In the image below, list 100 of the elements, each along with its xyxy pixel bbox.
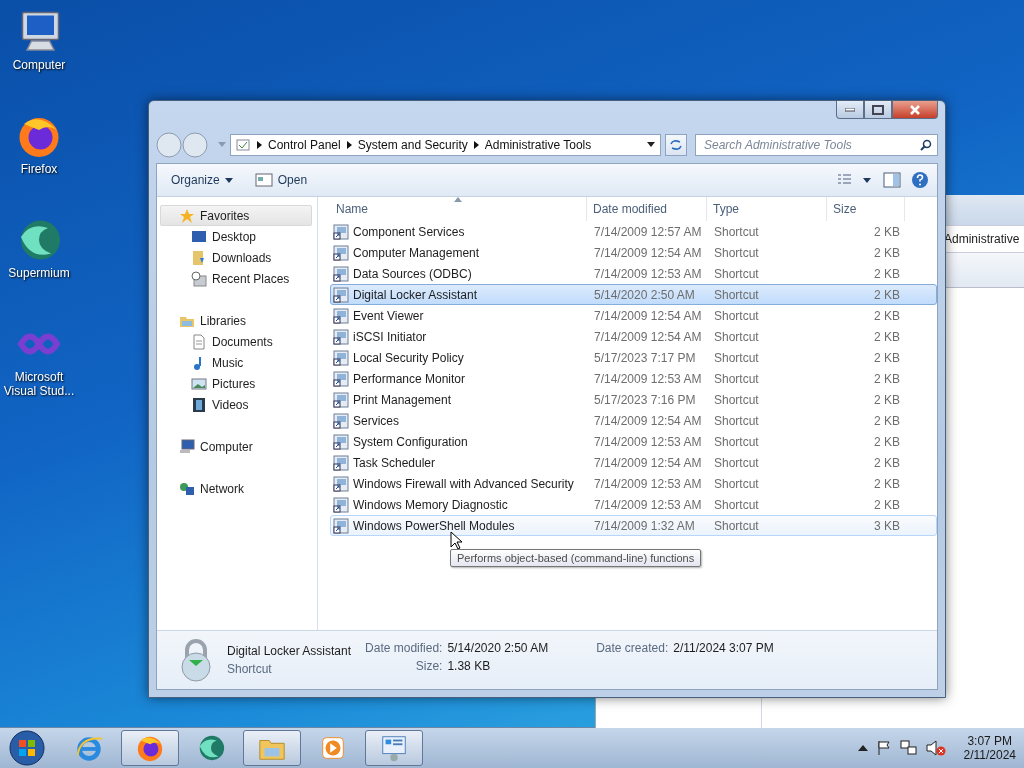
navigation-item[interactable]: Documents [160,331,312,352]
field-label: Date modified: [365,641,443,655]
date-cell-text: 5/14/2020 2:50 AM [593,287,696,302]
size-cell-text: 2 KB [873,392,901,407]
navigation-item[interactable]: Computer [160,436,312,457]
shortcut-icon [333,244,349,261]
desktop-icon-label[interactable]: Firefox [2,162,76,176]
breadcrumb[interactable]: Control Panel [268,138,341,152]
file-row[interactable]: Event Viewer 7/14/2009 12:54 AM Shortcut 2 KB [330,305,937,326]
breadcrumb-arrow-icon[interactable] [257,141,262,149]
date-cell-text: 7/14/2009 12:54 AM [593,308,703,323]
open-button[interactable]: Open [248,170,314,190]
flag-icon[interactable] [875,740,892,756]
shortcut-icon [333,349,349,366]
desktop-icon-label[interactable]: Computer [2,58,76,72]
file-name: Windows PowerShell Modules [353,518,515,533]
navigation-item[interactable]: Music [160,352,312,373]
field-label: Date created: [596,641,669,655]
show-hidden-icons[interactable] [857,745,868,751]
document-icon [191,333,207,350]
close-icon [909,104,921,115]
type-cell-text: Shortcut [713,371,760,386]
start-button[interactable] [8,729,46,767]
type-cell-text: Shortcut [713,329,760,344]
address-bar[interactable]: Control Panel System and Security Administrative Tools [230,134,661,156]
date-cell-text: 7/14/2009 12:53 AM [593,266,703,281]
control-panel-icon[interactable] [379,733,409,763]
navigation-item[interactable]: Downloads [160,247,312,268]
file-row[interactable]: Task Scheduler 7/14/2009 12:54 AM Shortcut 2 KB [330,452,937,473]
breadcrumb-arrow-icon[interactable] [346,141,352,149]
close-button[interactable] [892,101,938,119]
refresh-button[interactable] [665,134,687,156]
navigation-item[interactable]: Videos [160,394,312,415]
column-header[interactable]: Date modified [587,197,707,221]
network-icon[interactable] [899,740,918,756]
shortcut-icon [333,391,349,408]
clock[interactable]: 3:07 PM 2/11/2024 [963,734,1016,762]
file-name: Print Management [353,392,452,407]
shortcut-icon [333,475,349,492]
type-cell-text: Shortcut [713,287,760,302]
file-row[interactable]: Local Security Policy 5/17/2023 7:17 PM Shortcut 2 KB [330,347,937,368]
column-header[interactable]: Type [707,197,827,221]
shortcut-icon [333,286,349,303]
desktop-icon [191,228,207,245]
shortcut-icon [333,454,349,471]
type-cell-text: Shortcut [713,455,760,470]
type-cell-text: Shortcut [713,413,760,428]
downloads-folder-icon [191,249,207,266]
column-header[interactable]: Name [330,197,587,221]
desktop-icon-label[interactable]: Microsoft Visual Stud... [2,370,76,398]
navigation-item[interactable]: Network [160,478,312,499]
size-cell-text: 2 KB [873,350,901,365]
speaker-muted-icon[interactable] [925,740,946,756]
file-row[interactable]: Computer Management 7/14/2009 12:54 AM Shortcut 2 KB [330,242,937,263]
type-cell-text: Shortcut [713,518,760,533]
date-cell-text: 7/14/2009 12:54 AM [593,413,703,428]
type-cell-text: Shortcut [713,266,760,281]
maximize-button[interactable] [864,101,892,119]
file-row[interactable]: Services 7/14/2009 12:54 AM Shortcut 2 KB [330,410,937,431]
file-row[interactable]: Component Services 7/14/2009 12:57 AM Shortcut 2 KB [330,221,937,242]
tooltip: Performs object-based (command-line) functions [450,549,702,567]
help-icon[interactable] [911,171,929,189]
size-cell-text: 2 KB [873,371,901,386]
mouse-pointer-icon [450,531,462,550]
shortcut-icon [333,517,349,534]
file-row[interactable]: Performance Monitor 7/14/2009 12:53 AM Shortcut 2 KB [330,368,937,389]
padlock-icon [179,638,213,682]
breadcrumb-arrow-icon[interactable] [473,141,479,149]
date-cell-text: 7/14/2009 12:54 AM [593,329,703,344]
shortcut-icon [333,433,349,450]
breadcrumb[interactable]: Administrative Tools [484,138,592,152]
type-cell-text: Shortcut [713,392,760,407]
date-cell-text: 5/17/2023 7:17 PM [593,350,697,365]
minimize-button[interactable] [836,101,864,119]
file-row[interactable]: Print Management 5/17/2023 7:16 PM Shortcut 2 KB [330,389,937,410]
file-row[interactable]: Data Sources (ODBC) 7/14/2009 12:53 AM Shortcut 2 KB [330,263,937,284]
minimize-icon [845,107,855,112]
file-row[interactable]: Windows Memory Diagnostic 7/14/2009 12:53 AM Shortcut 2 KB [330,494,937,515]
file-row[interactable]: Digital Locker Assistant 5/14/2020 2:50 AM Shortcut 2 KB [330,284,937,305]
shortcut-icon [333,370,349,387]
date-cell-text: 7/14/2009 12:57 AM [593,224,703,239]
file-name: Services [353,413,399,428]
navigation-item[interactable]: Favorites [160,205,312,226]
search-field[interactable]: Search Administrative Tools [695,134,938,156]
desktop-icon-label[interactable]: Supermium [2,266,76,280]
file-row[interactable]: Windows Firewall with Advanced Security 7/14/2009 12:53 AM Shortcut 2 KB [330,473,937,494]
navigation-item[interactable]: Pictures [160,373,312,394]
view-options-icon[interactable] [837,173,873,187]
navigation-item[interactable]: Libraries [160,310,312,331]
organize-menu[interactable]: Organize [165,170,239,190]
file-row[interactable]: System Configuration 7/14/2009 12:53 AM Shortcut 2 KB [330,431,937,452]
search-icon [920,139,932,151]
breadcrumb[interactable]: System and Security [357,138,468,152]
file-row[interactable]: iSCSI Initiator 7/14/2009 12:54 AM Shortcut 2 KB [330,326,937,347]
column-header[interactable]: Size [827,197,905,221]
navigation-item[interactable]: Recent Places [160,268,312,289]
navigation-item[interactable]: Desktop [160,226,312,247]
file-row[interactable]: Windows PowerShell Modules 7/14/2009 1:32 AM Shortcut 3 KB [330,515,937,536]
window-icon [254,173,273,187]
file-name: Local Security Policy [353,350,464,365]
